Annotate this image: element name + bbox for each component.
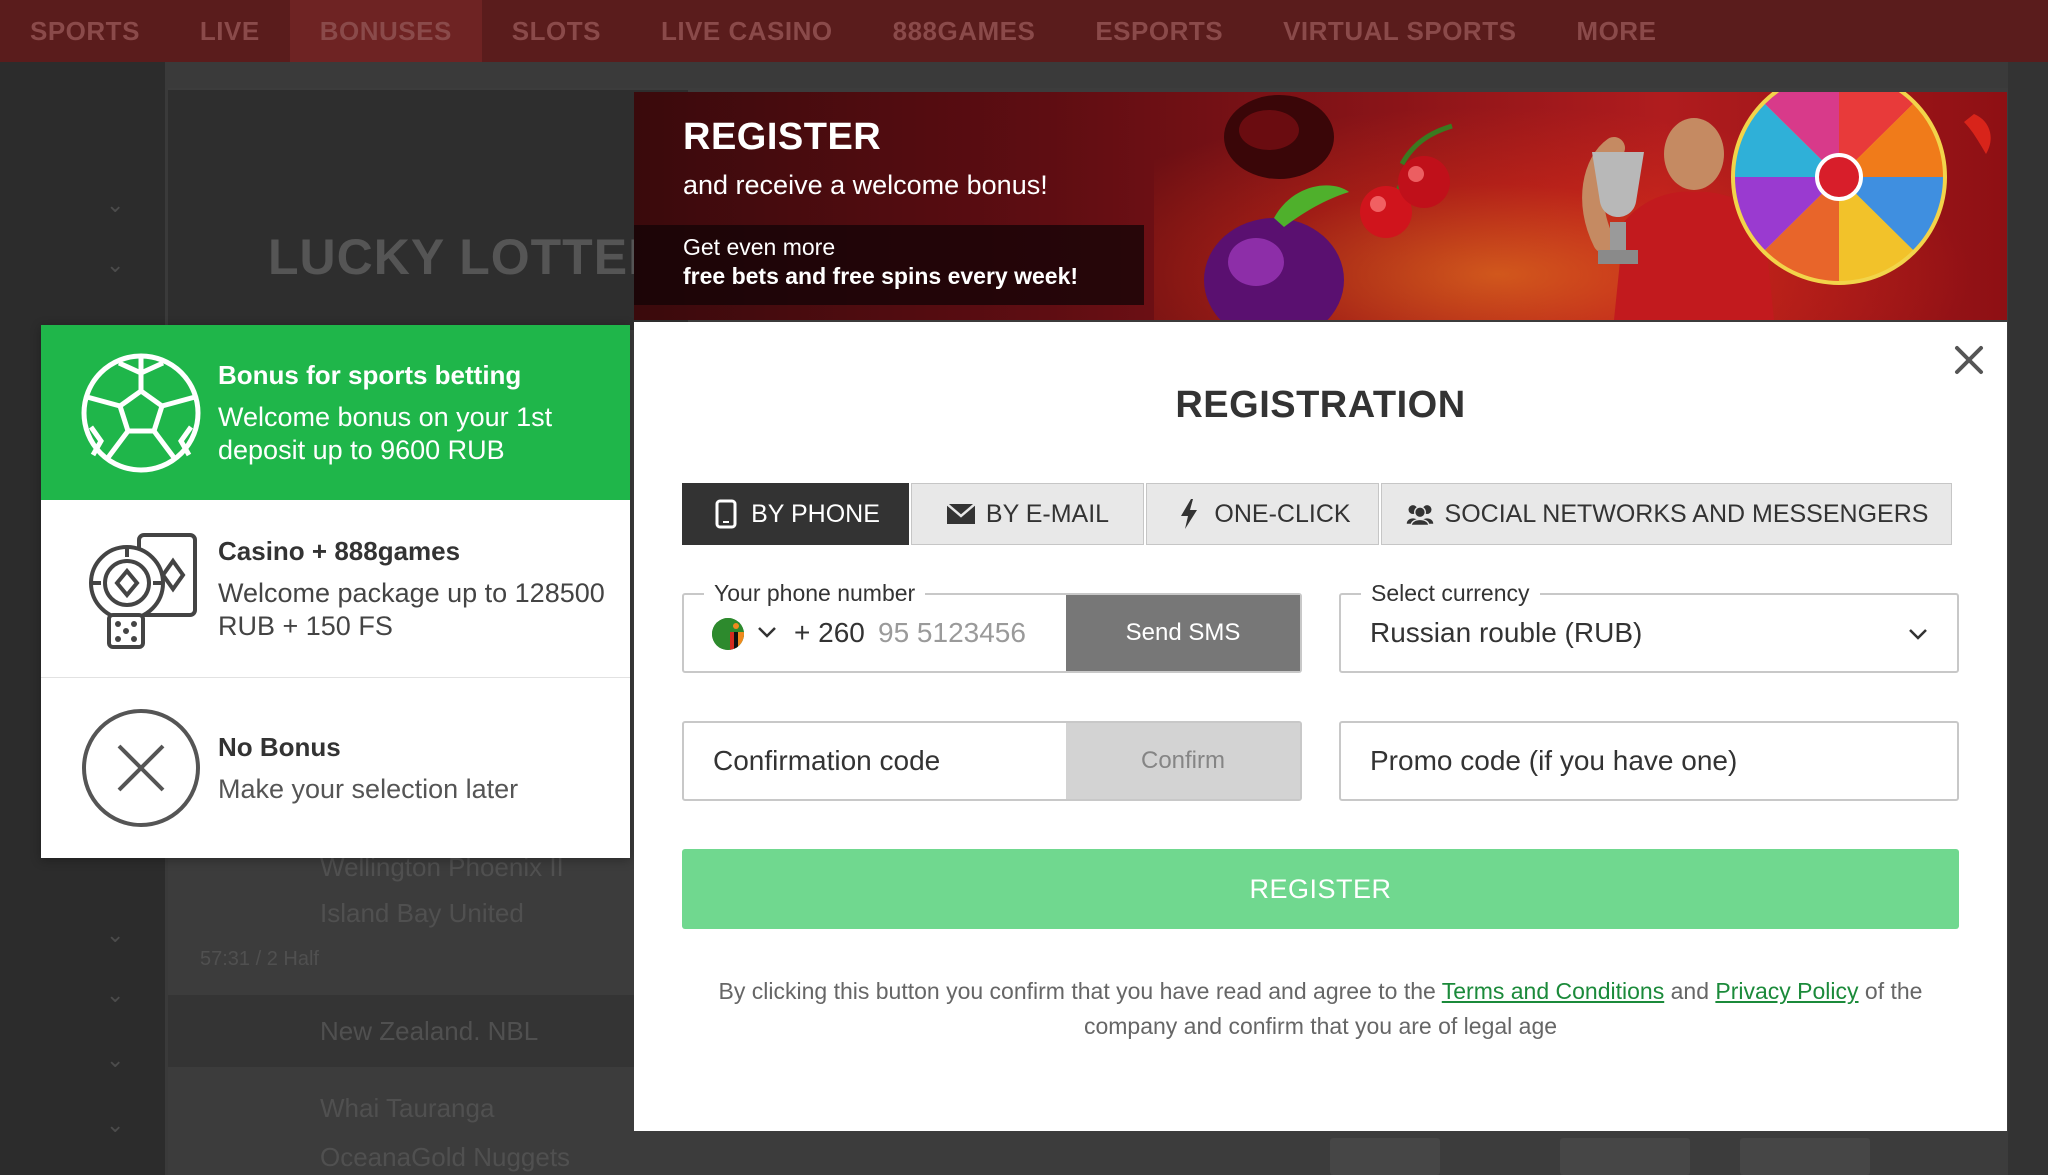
bonus-option-title: No Bonus (218, 731, 341, 762)
phone-icon (711, 499, 741, 529)
send-sms-button[interactable]: Send SMS (1066, 595, 1300, 671)
phone-field-label: Your phone number (704, 579, 926, 607)
dial-code: + 260 (794, 617, 865, 648)
bg-odds-cell (1560, 1138, 1690, 1175)
bg-match-time: 57:31 / 2 Half (200, 948, 319, 970)
bg-chevron-icon: ⌄ (106, 982, 125, 1007)
currency-field-label: Select currency (1361, 579, 1540, 607)
bg-chevron-icon: ⌄ (106, 1047, 125, 1072)
promo-code-field (1339, 721, 1959, 801)
privacy-policy-link[interactable]: Privacy Policy (1715, 978, 1858, 1004)
modal-title: REGISTRATION (1175, 384, 1466, 426)
bonus-option-title: Bonus for sports betting (218, 359, 522, 390)
bg-chevron-icon: ⌄ (106, 192, 125, 217)
legal-text: and (1664, 978, 1716, 1004)
bg-nav-live: LIVE (199, 15, 260, 46)
banner-subtitle: and receive a welcome bonus! (683, 170, 1048, 200)
background-promo-banner (168, 90, 688, 330)
bonus-option-none[interactable]: No Bonus Make your selection later (41, 678, 630, 858)
lightning-icon (1174, 499, 1204, 529)
bg-nav-slots: SLOTS (511, 15, 601, 46)
confirm-button[interactable]: Confirm (1066, 723, 1300, 799)
bg-nav-bonuses: BONUSES (289, 0, 482, 62)
bg-chevron-icon: ⌄ (106, 922, 125, 947)
bg-nav-esports: ESPORTS (1095, 15, 1224, 46)
close-icon[interactable] (1949, 340, 1989, 380)
tab-one-click[interactable]: ONE-CLICK (1146, 483, 1379, 545)
banner-promo-line1: Get even more (683, 234, 836, 260)
currency-value: Russian rouble (RUB) (1370, 617, 1643, 648)
users-icon (1405, 499, 1435, 529)
confirmation-code-input[interactable] (713, 737, 1043, 785)
no-bonus-x-icon (82, 709, 200, 827)
confirmation-code-field: Confirm (682, 721, 1302, 801)
casino-chip-icon (89, 532, 197, 649)
bg-team: OceanaGold Nuggets (320, 1142, 571, 1172)
bg-nav-virtual-sports: VIRTUAL SPORTS (1283, 15, 1517, 46)
terms-link[interactable]: Terms and Conditions (1442, 978, 1664, 1004)
background-right-edge (2008, 62, 2048, 1175)
legal-text: By clicking this button you confirm that… (718, 978, 1442, 1004)
bonus-option-text: Bonus for sports betting Welcome bonus o… (218, 359, 610, 467)
tab-by-phone[interactable]: BY PHONE (682, 483, 909, 545)
zambia-flag-icon[interactable] (712, 618, 744, 650)
tab-by-email[interactable]: BY E-MAIL (911, 483, 1144, 545)
banner-promo-line2: free bets and free spins every week! (683, 263, 1079, 289)
bonus-option-casino[interactable]: Casino + 888games Welcome package up to … (41, 500, 630, 678)
bg-nav-more: MORE (1576, 15, 1657, 46)
envelope-icon (946, 499, 976, 529)
bonus-option-sports[interactable]: Bonus for sports betting Welcome bonus o… (41, 325, 630, 500)
phone-number-field: Your phone number + 260 Send SMS (682, 579, 1302, 673)
bg-nav-sports: SPORTS (30, 15, 140, 46)
bonus-option-text: No Bonus Make your selection later (218, 731, 610, 806)
bonus-option-text: Casino + 888games Welcome package up to … (218, 535, 610, 643)
tab-label: BY E-MAIL (985, 499, 1110, 528)
bonus-option-description: Make your selection later (218, 773, 519, 804)
bg-chevron-icon: ⌄ (106, 252, 125, 277)
bg-nav-888games: 888GAMES (892, 15, 1036, 46)
tab-label: ONE-CLICK (1214, 499, 1351, 528)
legal-disclaimer: By clicking this button you confirm that… (682, 974, 1959, 1044)
bonus-option-description: Welcome package up to 128500 RUB + 150 F… (218, 577, 605, 641)
registration-modal: REGISTRATION BY PHONE BY E-MAIL ONE-CLIC… (634, 322, 2007, 1131)
bonus-option-title: Casino + 888games (218, 535, 461, 566)
chevron-down-icon (1909, 629, 1927, 640)
tab-social-networks[interactable]: SOCIAL NETWORKS AND MESSENGERS (1381, 483, 1952, 545)
tab-label: BY PHONE (751, 499, 880, 528)
bg-team: Island Bay United (320, 898, 524, 928)
banner-title: REGISTER (683, 116, 882, 158)
banner-slot-art-image (1204, 92, 1991, 320)
soccer-ball-icon (81, 353, 201, 472)
bg-team: Whai Tauranga (320, 1093, 495, 1123)
promo-code-input[interactable] (1370, 737, 1930, 785)
currency-select[interactable]: Select currency Russian rouble (RUB) (1339, 579, 1959, 673)
bg-odds-cell (1330, 1138, 1440, 1175)
register-button[interactable]: REGISTER (682, 849, 1959, 929)
bg-odds-cell (1740, 1138, 1870, 1175)
background-top-nav: SPORTS LIVE BONUSES SLOTS LIVE CASINO 88… (0, 0, 2048, 62)
tab-label: SOCIAL NETWORKS AND MESSENGERS (1444, 499, 1929, 528)
bg-chevron-icon: ⌄ (106, 1112, 125, 1137)
chevron-down-icon[interactable] (754, 619, 780, 645)
bonus-selection-panel: Bonus for sports betting Welcome bonus o… (41, 325, 630, 858)
register-promo-banner: REGISTER and receive a welcome bonus! Ge… (634, 92, 2007, 320)
registration-method-tabs: BY PHONE BY E-MAIL ONE-CLICK SOCIAL NETW… (682, 483, 1958, 545)
phone-input[interactable] (878, 609, 1058, 657)
bonus-option-description: Welcome bonus on your 1st deposit up to … (218, 401, 553, 465)
bg-nav-live-casino: LIVE CASINO (660, 15, 833, 46)
bg-league: New Zealand. NBL (320, 1016, 539, 1046)
